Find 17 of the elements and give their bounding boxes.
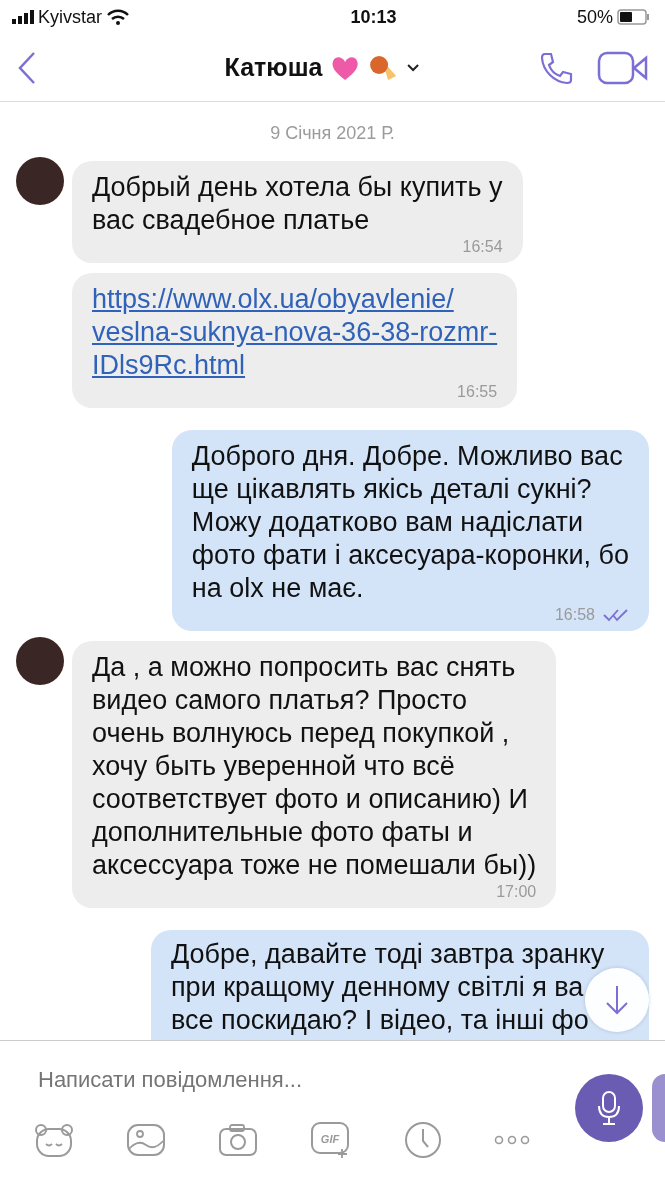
message-time: 16:54	[462, 237, 503, 257]
message-time: 17:00	[496, 882, 537, 902]
link[interactable]: https://www.olx.ua/obyavlenie/ veslna-suknya-nova-36-38-rozmr- IDls9Rc.html	[92, 283, 498, 382]
message-text: при кращому денному світлі я ва	[171, 971, 584, 1004]
message-text: Да , а можно попросить вас снять видео самого платья? Просто очень волнуюсь перед покупкой , хочу быть уверенной что всё соответствует фото и описанию) И дополнительные фото фаты и аксессуара тоже не помешали бы))	[92, 651, 537, 882]
date-separator: 9 Січня 2021 Р.	[269, 122, 396, 145]
message-time: 16:55	[457, 382, 498, 402]
contact-name[interactable]: Катюша	[224, 48, 323, 87]
clock-time: 10:13	[350, 5, 397, 29]
message-text: Доброго дня. Добре. Можливо вас ще цікавлять якісь деталі сукні? Можу додатково вам надіслати фото фати і аксесуара-коронки, бо на olx не має.	[191, 440, 629, 605]
message-input[interactable]: Написати повідомлення...	[0, 1041, 520, 1096]
message-time: 16:58	[554, 605, 595, 625]
message-text: все поскидаю? І відео, та інші фо	[171, 1004, 589, 1037]
battery-percent: 50%	[576, 5, 613, 29]
message-text: Добрый день хотела бы купить у вас свадебное платье	[92, 171, 503, 237]
carrier-name: Kyivstar	[38, 5, 102, 29]
message-text: Добре, давайте тоді завтра зранку	[171, 938, 605, 971]
